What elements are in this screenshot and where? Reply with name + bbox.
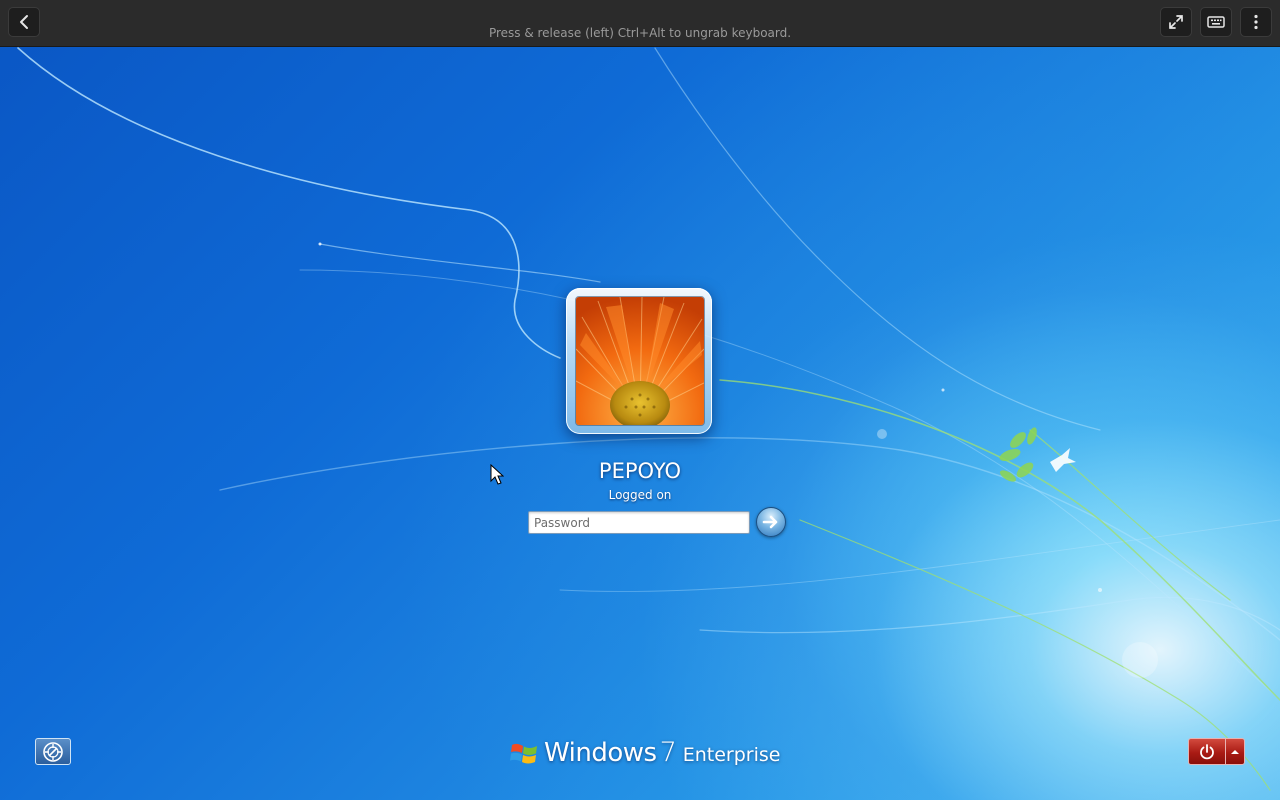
kebab-menu-icon xyxy=(1254,14,1258,30)
fullscreen-button[interactable] xyxy=(1160,7,1192,37)
login-screen: Press & release (left) Ctrl+Alt to ungra… xyxy=(0,0,1280,800)
user-tile[interactable] xyxy=(566,288,712,434)
brand-windows-text: Windows xyxy=(544,738,657,768)
flower-image xyxy=(576,297,704,425)
ease-of-access-button[interactable] xyxy=(35,738,71,765)
menu-button[interactable] xyxy=(1240,7,1272,37)
expand-icon xyxy=(1169,15,1183,29)
ungrab-keyboard-hint: Press & release (left) Ctrl+Alt to ungra… xyxy=(488,26,792,40)
arrow-right-icon xyxy=(762,515,778,529)
brand-edition-text: Enterprise xyxy=(682,744,781,766)
windows-branding: Windows 7 Enterprise xyxy=(510,737,781,771)
shutdown-options-button[interactable] xyxy=(1226,739,1244,764)
user-picture xyxy=(575,296,705,426)
submit-login-button[interactable] xyxy=(756,507,786,537)
ease-of-access-icon xyxy=(43,741,63,762)
windows-logo-icon xyxy=(510,743,537,764)
keyboard-button[interactable] xyxy=(1200,7,1232,37)
brand-version-text: 7 xyxy=(659,737,677,768)
vm-toolbar: Press & release (left) Ctrl+Alt to ungra… xyxy=(0,0,1280,47)
triangle-up-icon xyxy=(1231,749,1239,754)
shutdown-button[interactable] xyxy=(1189,739,1226,764)
password-field[interactable] xyxy=(528,511,750,534)
keyboard-icon xyxy=(1207,16,1225,28)
power-controls xyxy=(1188,738,1245,765)
power-icon xyxy=(1200,743,1214,759)
logon-status: Logged on xyxy=(608,488,672,502)
mouse-cursor-icon xyxy=(490,464,504,485)
